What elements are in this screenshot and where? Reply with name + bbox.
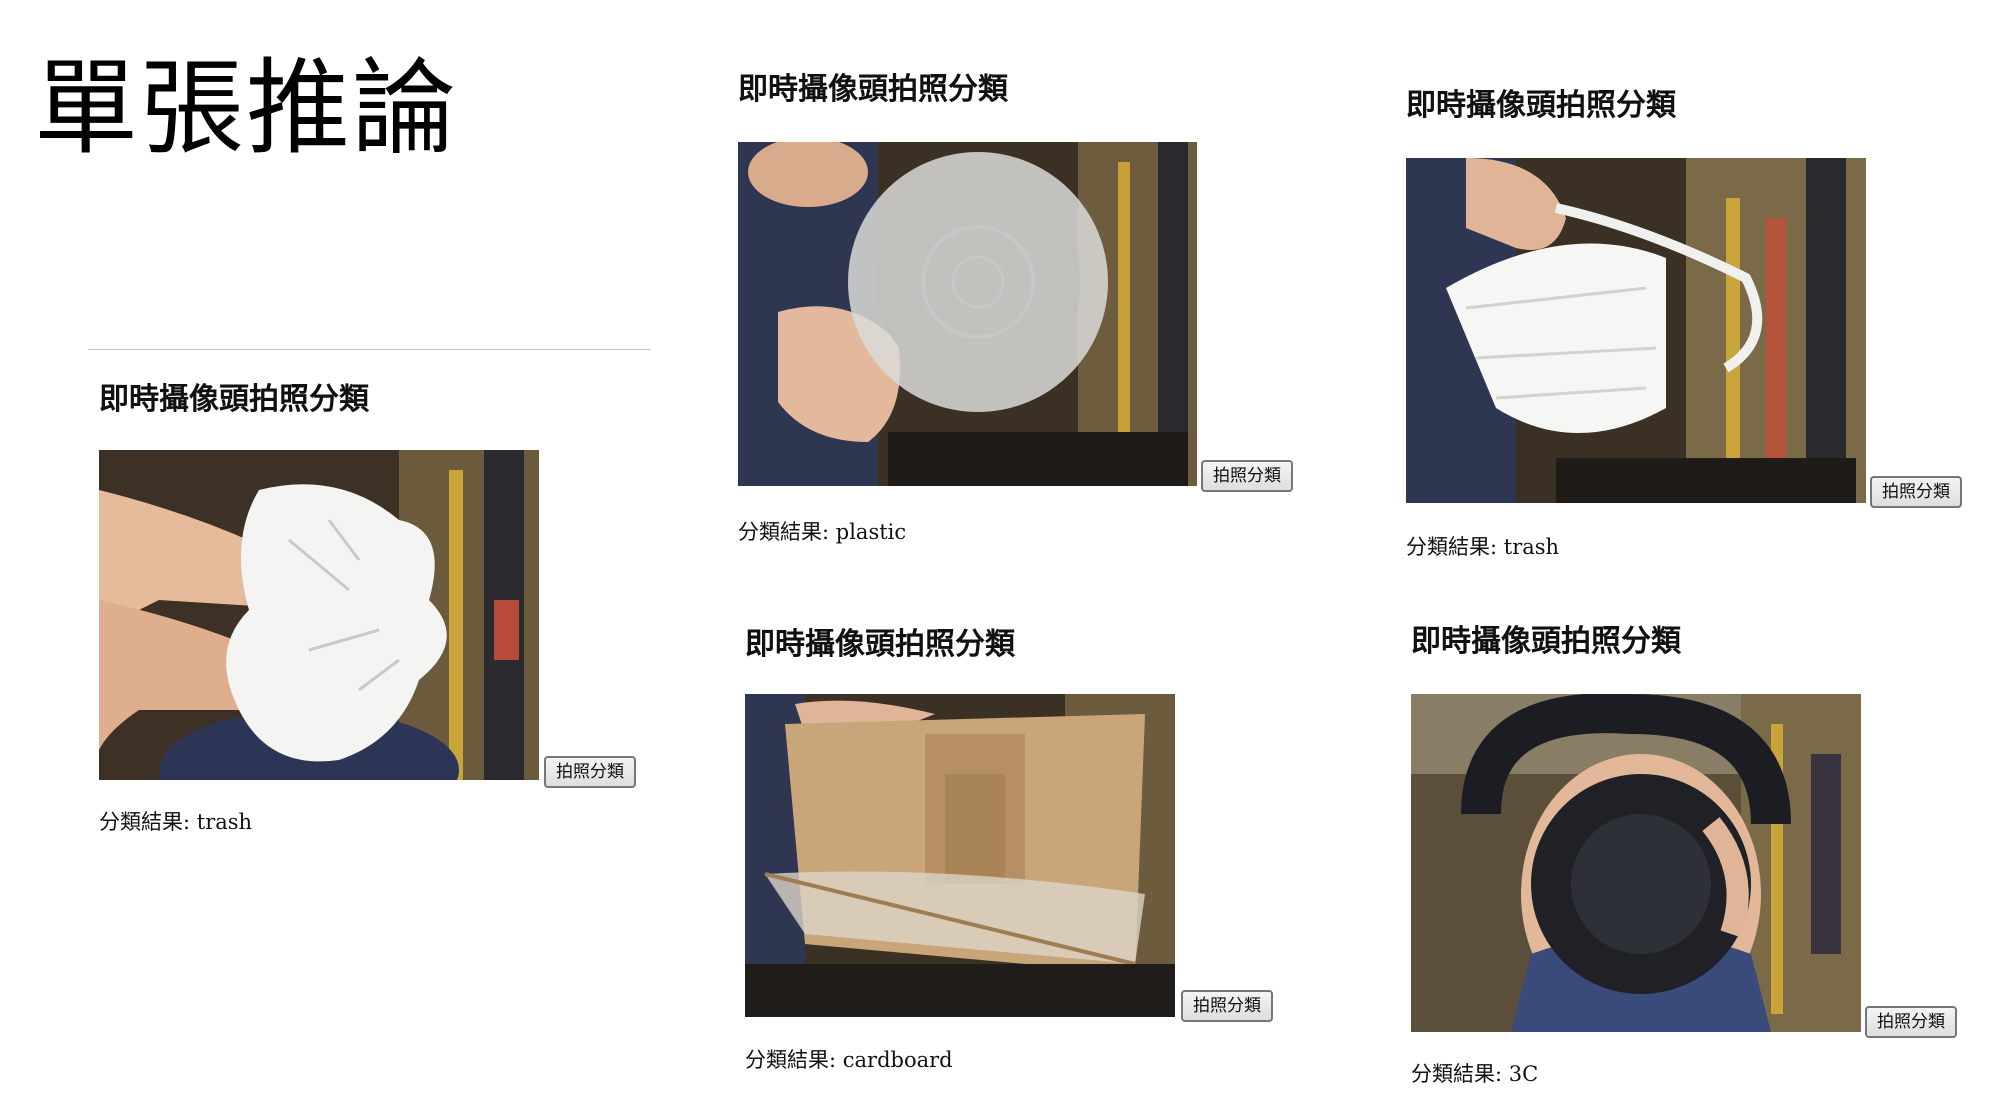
capture-classify-button[interactable]: 拍照分類 <box>544 756 636 788</box>
classifier-panel-mask: 即時攝像頭拍照分類 拍照分類 分類結果: trash <box>1406 86 1986 566</box>
result-label: 分類結果: <box>745 1048 837 1072</box>
panel-heading: 即時攝像頭拍照分類 <box>1411 624 1681 659</box>
classification-result: 分類結果: plastic <box>738 518 906 546</box>
panel-heading: 即時攝像頭拍照分類 <box>1406 88 1676 123</box>
result-label: 分類結果: <box>738 520 830 544</box>
classification-result: 分類結果: trash <box>99 808 252 836</box>
classifier-panel-tissue: 即時攝像頭拍照分類 拍照分類 分類結果: trash <box>99 380 659 840</box>
classifier-panel-headphones: 即時攝像頭拍照分類 拍照分類 分類結果: 3C <box>1411 622 1986 1092</box>
capture-classify-button[interactable]: 拍照分類 <box>1201 460 1293 492</box>
webcam-feed <box>738 142 1197 486</box>
result-value: plastic <box>835 520 907 544</box>
panel-heading: 即時攝像頭拍照分類 <box>99 382 369 417</box>
webcam-feed <box>1411 694 1861 1032</box>
result-label: 分類結果: <box>1406 535 1498 559</box>
result-label: 分類結果: <box>1411 1062 1503 1086</box>
classification-result: 分類結果: trash <box>1406 533 1559 561</box>
result-label: 分類結果: <box>99 810 191 834</box>
webcam-feed <box>99 450 539 780</box>
capture-classify-button[interactable]: 拍照分類 <box>1181 990 1273 1022</box>
result-value: 3C <box>1508 1062 1539 1086</box>
classifier-panel-plastic-lid: 即時攝像頭拍照分類 拍照分類 分類結果: plastic <box>738 70 1318 550</box>
panel-heading: 即時攝像頭拍照分類 <box>745 627 1015 662</box>
result-value: trash <box>196 810 253 834</box>
divider <box>88 349 651 350</box>
classification-result: 分類結果: 3C <box>1411 1060 1538 1088</box>
result-value: trash <box>1503 535 1560 559</box>
capture-classify-button[interactable]: 拍照分類 <box>1870 476 1962 508</box>
webcam-feed <box>745 694 1175 1017</box>
capture-classify-button[interactable]: 拍照分類 <box>1865 1006 1957 1038</box>
classification-result: 分類結果: cardboard <box>745 1046 953 1074</box>
slide-title: 單張推論 <box>34 47 459 169</box>
result-value: cardboard <box>842 1048 953 1072</box>
webcam-feed <box>1406 158 1866 503</box>
panel-heading: 即時攝像頭拍照分類 <box>738 72 1008 107</box>
classifier-panel-cardboard: 即時攝像頭拍照分類 拍照分類 分類結果: cardboard <box>745 625 1305 1085</box>
